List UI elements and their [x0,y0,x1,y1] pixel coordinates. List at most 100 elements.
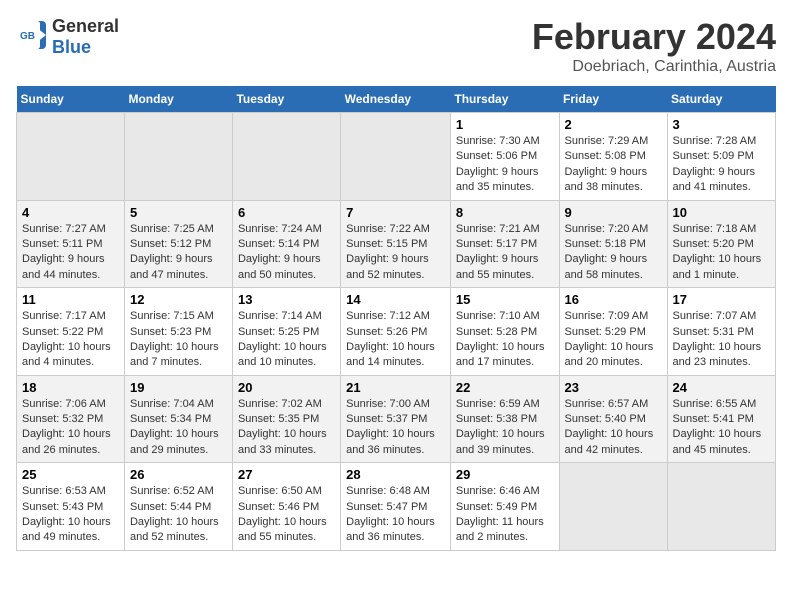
day-cell [232,113,340,201]
day-number: 29 [456,467,554,482]
day-info: Sunrise: 7:18 AM Sunset: 5:20 PM Dayligh… [673,222,770,284]
day-cell: 3Sunrise: 7:28 AM Sunset: 5:09 PM Daylig… [667,113,775,201]
day-info: Sunrise: 7:21 AM Sunset: 5:17 PM Dayligh… [456,222,554,284]
day-number: 28 [346,467,445,482]
day-info: Sunrise: 7:15 AM Sunset: 5:23 PM Dayligh… [130,309,227,371]
day-info: Sunrise: 6:50 AM Sunset: 5:46 PM Dayligh… [238,484,335,546]
logo: GB General Blue [16,16,119,58]
day-info: Sunrise: 7:22 AM Sunset: 5:15 PM Dayligh… [346,222,445,284]
day-number: 25 [22,467,119,482]
day-info: Sunrise: 7:24 AM Sunset: 5:14 PM Dayligh… [238,222,335,284]
day-info: Sunrise: 6:46 AM Sunset: 5:49 PM Dayligh… [456,484,554,546]
day-info: Sunrise: 6:59 AM Sunset: 5:38 PM Dayligh… [456,397,554,459]
day-number: 8 [456,205,554,220]
day-info: Sunrise: 6:53 AM Sunset: 5:43 PM Dayligh… [22,484,119,546]
header-cell-wednesday: Wednesday [341,86,451,113]
day-number: 27 [238,467,335,482]
day-cell: 29 Sunrise: 6:46 AM Sunset: 5:49 PM Dayli… [450,463,559,551]
day-info: Sunrise: 6:55 AM Sunset: 5:41 PM Dayligh… [673,397,770,459]
day-info: Sunrise: 6:48 AM Sunset: 5:47 PM Dayligh… [346,484,445,546]
day-cell: 2 Sunrise: 7:29 AM Sunset: 5:08 PM Daylig… [559,113,667,201]
day-number: 11 [22,292,119,307]
logo-general: General [52,16,119,36]
day-cell: 20 Sunrise: 7:02 AM Sunset: 5:35 PM Dayli… [232,375,340,463]
header-cell-friday: Friday [559,86,667,113]
day-number: 12 [130,292,227,307]
header-cell-monday: Monday [124,86,232,113]
day-info: Sunrise: 7:12 AM Sunset: 5:26 PM Dayligh… [346,309,445,371]
day-cell: 12 Sunrise: 7:15 AM Sunset: 5:23 PM Dayli… [124,288,232,376]
day-number: 2 [565,117,662,132]
day-cell: 1 Sunrise: 7:30 AM Sunset: 5:06 PM Daylig… [450,113,559,201]
day-info: Sunrise: 7:25 AM Sunset: 5:12 PM Dayligh… [130,222,227,284]
day-cell: 16Sunrise: 7:09 AM Sunset: 5:29 PM Dayli… [559,288,667,376]
day-cell: 26Sunrise: 6:52 AM Sunset: 5:44 PM Dayli… [124,463,232,551]
week-row-1: 1 Sunrise: 7:30 AM Sunset: 5:06 PM Daylig… [17,113,776,201]
day-number: 21 [346,380,445,395]
logo-text: General Blue [52,16,119,58]
day-info: Sunrise: 7:29 AM Sunset: 5:08 PM Dayligh… [565,134,662,196]
day-cell: 13 Sunrise: 7:14 AM Sunset: 5:25 PM Dayli… [232,288,340,376]
day-info: Sunrise: 7:00 AM Sunset: 5:37 PM Dayligh… [346,397,445,459]
header-cell-sunday: Sunday [17,86,125,113]
day-number: 7 [346,205,445,220]
day-number: 14 [346,292,445,307]
day-number: 15 [456,292,554,307]
day-cell: 4Sunrise: 7:27 AM Sunset: 5:11 PM Daylig… [17,200,125,288]
day-number: 22 [456,380,554,395]
title-area: February 2024 Doebriach, Carinthia, Aust… [532,16,776,76]
day-cell: 10 Sunrise: 7:18 AM Sunset: 5:20 PM Dayli… [667,200,775,288]
day-number: 18 [22,380,119,395]
week-row-3: 11 Sunrise: 7:17 AM Sunset: 5:22 PM Dayli… [17,288,776,376]
day-info: Sunrise: 7:17 AM Sunset: 5:22 PM Dayligh… [22,309,119,371]
day-cell [17,113,125,201]
day-cell: 18Sunrise: 7:06 AM Sunset: 5:32 PM Dayli… [17,375,125,463]
day-info: Sunrise: 7:10 AM Sunset: 5:28 PM Dayligh… [456,309,554,371]
day-info: Sunrise: 7:27 AM Sunset: 5:11 PM Dayligh… [22,222,119,284]
day-number: 17 [673,292,770,307]
day-cell: 22 Sunrise: 6:59 AM Sunset: 5:38 PM Dayli… [450,375,559,463]
logo-blue: Blue [52,37,91,57]
day-cell: 23Sunrise: 6:57 AM Sunset: 5:40 PM Dayli… [559,375,667,463]
day-info: Sunrise: 7:30 AM Sunset: 5:06 PM Dayligh… [456,134,554,196]
header-cell-saturday: Saturday [667,86,775,113]
day-cell: 6 Sunrise: 7:24 AM Sunset: 5:14 PM Daylig… [232,200,340,288]
logo-icon: GB [16,19,48,56]
day-info: Sunrise: 7:14 AM Sunset: 5:25 PM Dayligh… [238,309,335,371]
day-cell: 28 Sunrise: 6:48 AM Sunset: 5:47 PM Dayli… [341,463,451,551]
day-info: Sunrise: 7:02 AM Sunset: 5:35 PM Dayligh… [238,397,335,459]
day-cell: 21 Sunrise: 7:00 AM Sunset: 5:37 PM Dayli… [341,375,451,463]
day-number: 19 [130,380,227,395]
week-row-2: 4Sunrise: 7:27 AM Sunset: 5:11 PM Daylig… [17,200,776,288]
day-number: 5 [130,205,227,220]
day-number: 6 [238,205,335,220]
day-cell [667,463,775,551]
day-cell: 24Sunrise: 6:55 AM Sunset: 5:41 PM Dayli… [667,375,775,463]
day-cell: 19 Sunrise: 7:04 AM Sunset: 5:34 PM Dayli… [124,375,232,463]
day-info: Sunrise: 6:52 AM Sunset: 5:44 PM Dayligh… [130,484,227,546]
day-number: 1 [456,117,554,132]
day-number: 13 [238,292,335,307]
day-cell: 17Sunrise: 7:07 AM Sunset: 5:31 PM Dayli… [667,288,775,376]
svg-text:GB: GB [20,31,35,42]
header: GB General Blue February 2024 Doebriach,… [16,16,776,76]
day-cell [559,463,667,551]
day-number: 3 [673,117,770,132]
day-cell: 15 Sunrise: 7:10 AM Sunset: 5:28 PM Dayli… [450,288,559,376]
day-number: 20 [238,380,335,395]
day-cell: 9Sunrise: 7:20 AM Sunset: 5:18 PM Daylig… [559,200,667,288]
day-number: 9 [565,205,662,220]
day-cell [124,113,232,201]
day-cell [341,113,451,201]
day-number: 23 [565,380,662,395]
day-cell: 5 Sunrise: 7:25 AM Sunset: 5:12 PM Daylig… [124,200,232,288]
day-cell: 27 Sunrise: 6:50 AM Sunset: 5:46 PM Dayli… [232,463,340,551]
main-title: February 2024 [532,16,776,58]
day-info: Sunrise: 7:09 AM Sunset: 5:29 PM Dayligh… [565,309,662,371]
day-number: 10 [673,205,770,220]
day-cell: 8 Sunrise: 7:21 AM Sunset: 5:17 PM Daylig… [450,200,559,288]
day-info: Sunrise: 7:04 AM Sunset: 5:34 PM Dayligh… [130,397,227,459]
subtitle: Doebriach, Carinthia, Austria [532,58,776,76]
day-cell: 25 Sunrise: 6:53 AM Sunset: 5:43 PM Dayli… [17,463,125,551]
header-row: SundayMondayTuesdayWednesdayThursdayFrid… [17,86,776,113]
